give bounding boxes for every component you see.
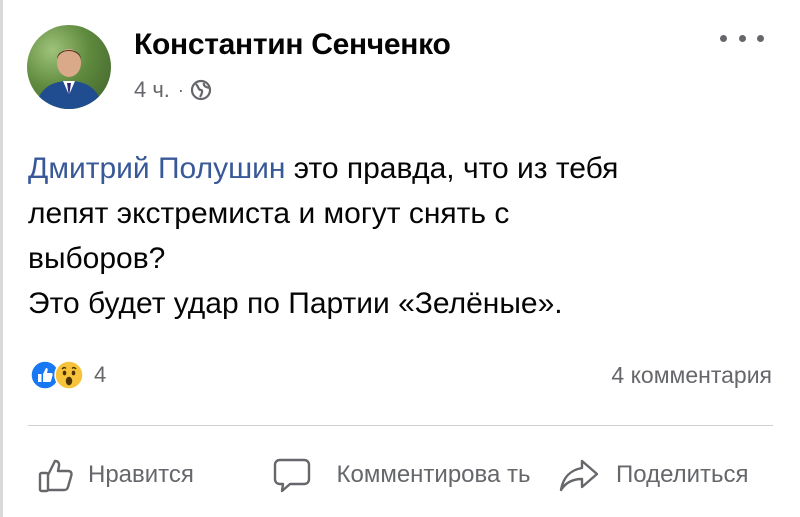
more-options-button[interactable] xyxy=(720,26,764,50)
wow-icon xyxy=(54,360,84,390)
meta-separator: · xyxy=(177,79,184,100)
post-text-line: лепят экстремиста и могут снять с xyxy=(28,197,510,230)
reactions-summary[interactable]: 4 xyxy=(30,358,106,392)
share-button[interactable]: Поделиться xyxy=(558,450,749,500)
share-label: Поделиться xyxy=(616,461,749,488)
post-timestamp[interactable]: 4 ч. xyxy=(134,77,170,103)
post-meta: 4 ч. · xyxy=(134,76,212,104)
share-arrow-icon xyxy=(559,459,599,492)
comments-count[interactable]: 4 комментария xyxy=(611,362,772,389)
comment-bubble-icon xyxy=(273,458,311,493)
globe-icon[interactable] xyxy=(190,79,212,101)
comment-button[interactable]: Комментирова ть xyxy=(272,440,541,510)
like-label: Нравится xyxy=(88,461,194,488)
post-text-line: это правда, что из тебя xyxy=(285,152,619,185)
thumbs-up-icon xyxy=(38,459,73,493)
avatar[interactable] xyxy=(27,25,111,109)
left-border xyxy=(0,0,3,517)
comment-label: Комментирова ть xyxy=(336,461,531,488)
divider xyxy=(28,425,773,426)
post-text-line: выборов? xyxy=(28,242,166,275)
like-button[interactable]: Нравится xyxy=(36,450,194,500)
avatar-person-icon xyxy=(35,49,103,109)
more-dot-icon xyxy=(757,34,764,42)
post-text: Дмитрий Полушин это правда, что из тебя … xyxy=(28,146,768,326)
reaction-count: 4 xyxy=(94,362,107,387)
mention-link[interactable]: Дмитрий Полушин xyxy=(28,152,285,185)
more-dot-icon xyxy=(738,34,746,42)
facebook-post: Константин Сенченко 4 ч. · Дмитрий Полуш… xyxy=(0,0,800,517)
post-text-line: Это будет удар по Партии «Зелёные». xyxy=(28,287,563,320)
more-dot-icon xyxy=(720,34,727,42)
author-name[interactable]: Константин Сенченко xyxy=(134,28,451,62)
